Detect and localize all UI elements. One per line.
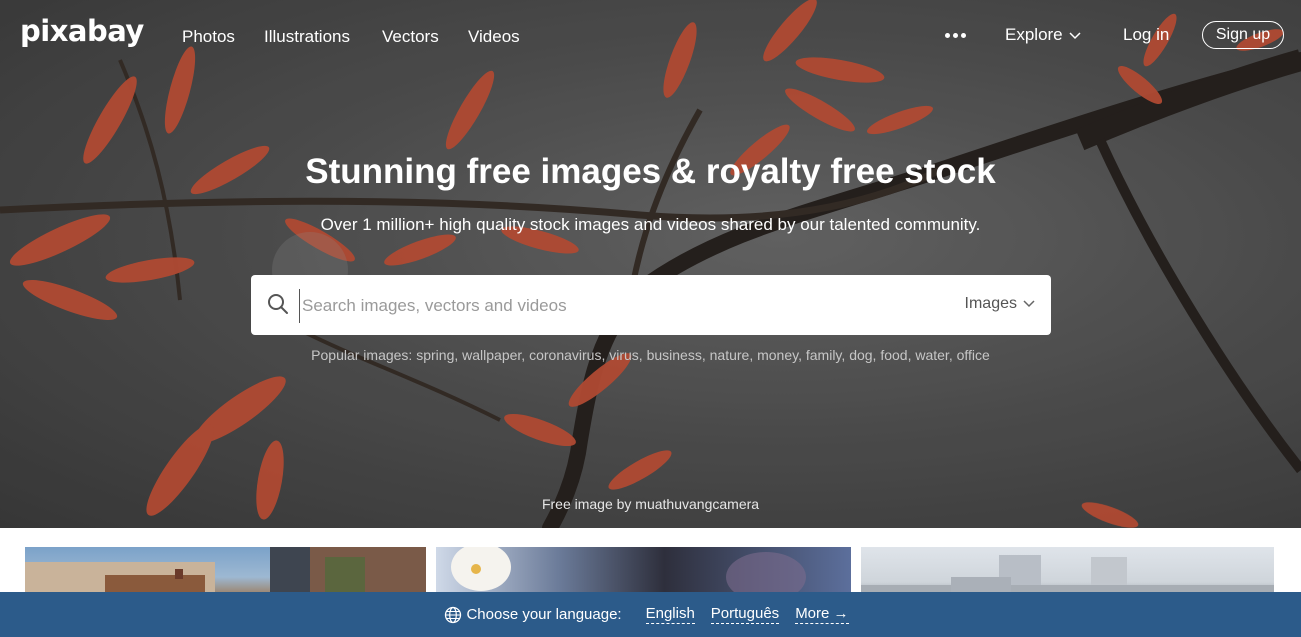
ellipsis-icon[interactable] xyxy=(945,33,967,39)
popular-term[interactable]: family xyxy=(806,347,842,363)
explore-menu-button[interactable]: Explore xyxy=(1005,25,1081,45)
language-link-portuguese[interactable]: Português xyxy=(710,605,780,624)
media-type-selected: Images xyxy=(964,295,1017,312)
nav-link-photos[interactable]: Photos xyxy=(182,27,235,47)
image-credit[interactable]: Free image by muathuvangcamera xyxy=(0,496,1301,512)
nav-link-vectors[interactable]: Vectors xyxy=(382,27,439,47)
popular-term[interactable]: water xyxy=(915,347,948,363)
nav-link-videos[interactable]: Videos xyxy=(468,27,520,47)
language-bar: Choose your language: English Português … xyxy=(0,592,1301,637)
gallery-thumbnail[interactable] xyxy=(436,547,851,597)
nav-link-illustrations[interactable]: Illustrations xyxy=(264,27,350,47)
popular-term[interactable]: office xyxy=(957,347,990,363)
hero-subtitle: Over 1 million+ high quality stock image… xyxy=(320,215,981,234)
media-type-select[interactable]: Images xyxy=(965,295,1035,313)
popular-term[interactable]: nature xyxy=(710,347,750,363)
popular-term[interactable]: money xyxy=(757,347,798,363)
popular-term[interactable]: dog xyxy=(849,347,872,363)
chevron-down-icon xyxy=(1069,31,1081,39)
pixabay-logo[interactable]: pixabay xyxy=(20,14,144,48)
language-more-link[interactable]: More → xyxy=(795,605,849,624)
login-link[interactable]: Log in xyxy=(1123,25,1169,45)
thumbnail-blossom-image xyxy=(451,547,806,597)
hero-title: Stunning free images & royalty free stoc… xyxy=(305,152,996,191)
hero-overlay xyxy=(0,0,1301,528)
top-navigation: pixabay Photos Illustrations Vectors Vid… xyxy=(0,0,1301,72)
gallery-thumbnail[interactable] xyxy=(25,547,426,597)
popular-term[interactable]: wallpaper xyxy=(462,347,521,363)
explore-label: Explore xyxy=(1005,25,1063,44)
language-link-english[interactable]: English xyxy=(645,605,695,624)
globe-icon xyxy=(445,606,462,623)
search-icon[interactable] xyxy=(267,293,289,315)
popular-term[interactable]: virus xyxy=(609,347,639,363)
search-bar: Images xyxy=(251,275,1051,335)
popular-label: Popular images: xyxy=(311,347,413,363)
popular-term[interactable]: spring xyxy=(416,347,454,363)
popular-term[interactable]: food xyxy=(880,347,907,363)
popular-term[interactable]: coronavirus xyxy=(529,347,601,363)
language-label: Choose your language: xyxy=(466,606,622,623)
hero-background xyxy=(0,0,1301,528)
popular-term[interactable]: business xyxy=(647,347,702,363)
popular-searches: Popular images: spring, wallpaper, coron… xyxy=(311,347,990,363)
search-input[interactable] xyxy=(299,289,904,323)
thumbnail-city-image xyxy=(861,555,1274,597)
chevron-down-icon xyxy=(1023,300,1035,307)
gallery-thumbnail[interactable] xyxy=(861,547,1274,597)
signup-button[interactable]: Sign up xyxy=(1202,21,1284,49)
thumbnail-houses-image xyxy=(25,547,426,597)
